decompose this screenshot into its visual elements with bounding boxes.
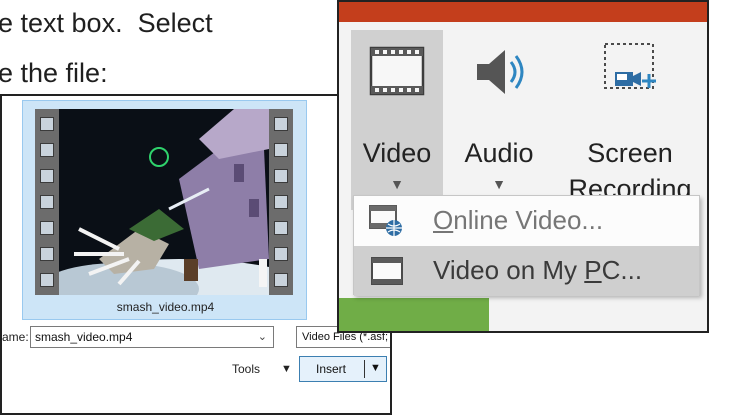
insert-button[interactable]: Insert — [300, 362, 362, 376]
video-frame — [59, 109, 269, 295]
slide-thumbnail-accent — [339, 298, 489, 331]
file-name-label: ame: — [2, 330, 29, 344]
screen-recording-label-line1: Screen — [587, 138, 673, 168]
tools-chevron-down-icon[interactable]: ▼ — [281, 363, 292, 375]
audio-button-label: Audio — [464, 138, 534, 168]
menu-item-online-video[interactable]: Online Video... — [354, 196, 699, 246]
film-strip-left — [35, 109, 59, 295]
video-on-my-pc-label: Video on My PC... — [433, 255, 643, 285]
ribbon-tab-bar — [339, 2, 707, 22]
thumbnail-filename: smash_video.mp4 — [116, 300, 215, 314]
film-strip-icon — [369, 46, 425, 96]
accelerator-key: O — [433, 205, 454, 235]
file-name-value: smash_video.mp4 — [35, 330, 133, 344]
online-video-icon — [369, 205, 402, 236]
online-video-label: Online Video... — [433, 205, 604, 235]
audio-button[interactable]: Audio ▼ — [451, 30, 547, 210]
insert-video-dialog: smash_video.mp4 ame: smash_video.mp4 ⌄ V… — [0, 94, 392, 415]
film-strip-right — [269, 109, 293, 295]
document-text-line-1: e text box. Select — [0, 8, 213, 38]
video-file-icon — [371, 257, 403, 285]
video-dropdown-menu: Online Video... Video on My PC... — [353, 195, 700, 296]
chevron-down-icon: ▼ — [492, 176, 506, 192]
insert-dropdown-chevron-icon[interactable]: ▼ — [370, 362, 381, 374]
video-file-tile[interactable]: smash_video.mp4 — [22, 100, 307, 320]
screen-recording-icon — [604, 43, 656, 89]
speaker-icon — [477, 50, 524, 94]
split-divider — [364, 360, 365, 378]
accelerator-key: P — [584, 255, 602, 285]
chevron-down-icon[interactable]: ⌄ — [258, 327, 267, 347]
document-text-line-2: e the file: — [0, 58, 108, 88]
video-button[interactable]: Video ▼ — [351, 30, 443, 210]
tools-button[interactable]: Tools — [232, 362, 260, 376]
video-thumbnail — [35, 109, 293, 295]
chevron-down-icon: ▼ — [390, 176, 404, 192]
file-name-input[interactable]: smash_video.mp4 ⌄ — [30, 326, 274, 348]
menu-item-video-on-my-pc[interactable]: Video on My PC... — [354, 246, 699, 296]
screen-recording-button[interactable]: Screen Recording — [567, 30, 693, 210]
file-name-row: ame: smash_video.mp4 ⌄ Video Files (*.as… — [2, 324, 390, 352]
insert-split-button[interactable]: Insert ▼ — [299, 356, 387, 382]
video-button-label: Video — [362, 138, 432, 168]
